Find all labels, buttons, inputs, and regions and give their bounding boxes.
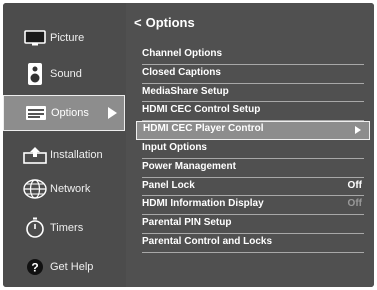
sidebar-item-installation[interactable]: Installation xyxy=(3,137,125,173)
menu-item-parental-pin-setup[interactable]: Parental PIN Setup xyxy=(142,215,364,234)
menu-item-power-management[interactable]: Power Management xyxy=(142,159,364,178)
help-icon: ? xyxy=(21,255,49,279)
menu-item-hdmi-cec-player-control[interactable]: HDMI CEC Player Control xyxy=(136,121,370,140)
menu-item-channel-options[interactable]: Channel Options xyxy=(142,46,364,65)
speaker-icon xyxy=(21,62,49,86)
options-panel: < Options Channel Options Closed Captions… xyxy=(126,3,374,287)
sidebar-item-get-help[interactable]: ? Get Help xyxy=(3,249,125,285)
menu-item-label: Parental PIN Setup xyxy=(142,217,232,229)
menu-item-hdmi-cec-control-setup[interactable]: HDMI CEC Control Setup xyxy=(142,102,364,122)
sidebar-item-sound[interactable]: Sound xyxy=(3,56,125,92)
svg-text:?: ? xyxy=(31,261,38,275)
picture-icon xyxy=(21,26,49,50)
menu-item-label: HDMI Information Display xyxy=(142,198,264,210)
sidebar-item-label: Picture xyxy=(50,32,85,44)
menu-item-panel-lock[interactable]: Panel Lock Off xyxy=(142,178,364,197)
menu-item-value: Off xyxy=(347,179,362,191)
menu-item-label: Input Options xyxy=(142,141,207,153)
sidebar-item-options[interactable]: Options xyxy=(3,95,125,131)
sidebar-item-picture[interactable]: Picture xyxy=(3,20,125,56)
sidebar-item-timers[interactable]: Timers xyxy=(3,210,125,246)
chevron-right-icon xyxy=(108,107,117,119)
menu-item-mediashare-setup[interactable]: MediaShare Setup xyxy=(142,84,364,103)
tv-menu-screen: Picture Sound Options Installation Netwo… xyxy=(3,3,374,287)
menu-item-label: HDMI CEC Player Control xyxy=(143,123,264,135)
sidebar: Picture Sound Options Installation Netwo… xyxy=(3,3,125,287)
menu-item-label: Panel Lock xyxy=(142,179,195,191)
installation-icon xyxy=(21,143,49,167)
menu-item-closed-captions[interactable]: Closed Captions xyxy=(142,65,364,84)
sidebar-item-label: Timers xyxy=(50,222,84,234)
menu-item-parental-control-and-locks[interactable]: Parental Control and Locks xyxy=(142,234,364,253)
menu-item-label: Power Management xyxy=(142,160,236,172)
back-arrow-icon[interactable]: < xyxy=(134,15,142,30)
sidebar-item-network[interactable]: Network xyxy=(3,171,125,207)
chevron-right-icon xyxy=(355,126,361,135)
sidebar-item-label: Sound xyxy=(50,68,82,80)
menu-item-label: Channel Options xyxy=(142,48,222,59)
globe-network-icon xyxy=(21,177,49,201)
menu-item-label: Parental Control and Locks xyxy=(142,235,273,247)
sidebar-item-label: Network xyxy=(50,183,91,195)
page-title: < Options xyxy=(134,15,195,30)
sidebar-item-label: Options xyxy=(51,107,89,119)
menu-item-label: HDMI CEC Control Setup xyxy=(142,104,261,116)
options-icon xyxy=(22,101,50,125)
menu-item-value: Off xyxy=(347,198,362,210)
menu-item-hdmi-information-display[interactable]: HDMI Information Display Off xyxy=(142,196,364,216)
sidebar-item-label: Installation xyxy=(50,149,103,161)
menu-item-label: Closed Captions xyxy=(142,66,221,78)
sidebar-item-label: Get Help xyxy=(50,261,94,273)
menu-item-label: MediaShare Setup xyxy=(142,85,229,97)
menu-item-input-options[interactable]: Input Options xyxy=(142,140,364,159)
options-menu: Channel Options Closed Captions MediaSha… xyxy=(136,46,370,253)
timer-icon xyxy=(21,216,49,240)
